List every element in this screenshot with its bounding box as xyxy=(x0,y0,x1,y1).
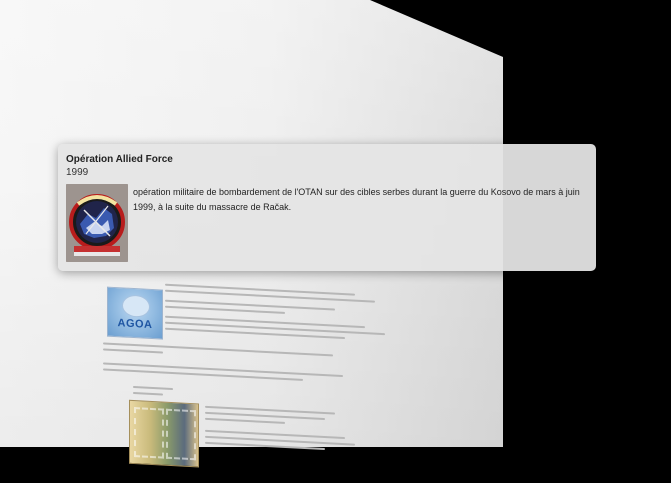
text-line xyxy=(133,385,173,391)
text-line xyxy=(103,368,303,381)
stamp xyxy=(134,407,164,459)
info-card[interactable]: Opération Allied Force 1999 opération mi… xyxy=(58,144,596,271)
agoa-logo-text: AGOA xyxy=(117,317,153,331)
globe-icon xyxy=(122,294,150,318)
agoa-logo: AGOA xyxy=(107,286,163,340)
card-description: opération militaire de bombardement de l… xyxy=(133,187,580,212)
allied-force-emblem-icon xyxy=(66,184,128,262)
text-line xyxy=(133,391,163,396)
card-title: Opération Allied Force xyxy=(66,154,173,165)
card-subtitle: 1999 xyxy=(66,167,89,178)
stamp-image xyxy=(129,399,199,468)
stamp xyxy=(166,408,196,461)
text-line xyxy=(205,417,285,424)
document-body: AGOA xyxy=(95,262,495,473)
text-line xyxy=(103,348,163,354)
